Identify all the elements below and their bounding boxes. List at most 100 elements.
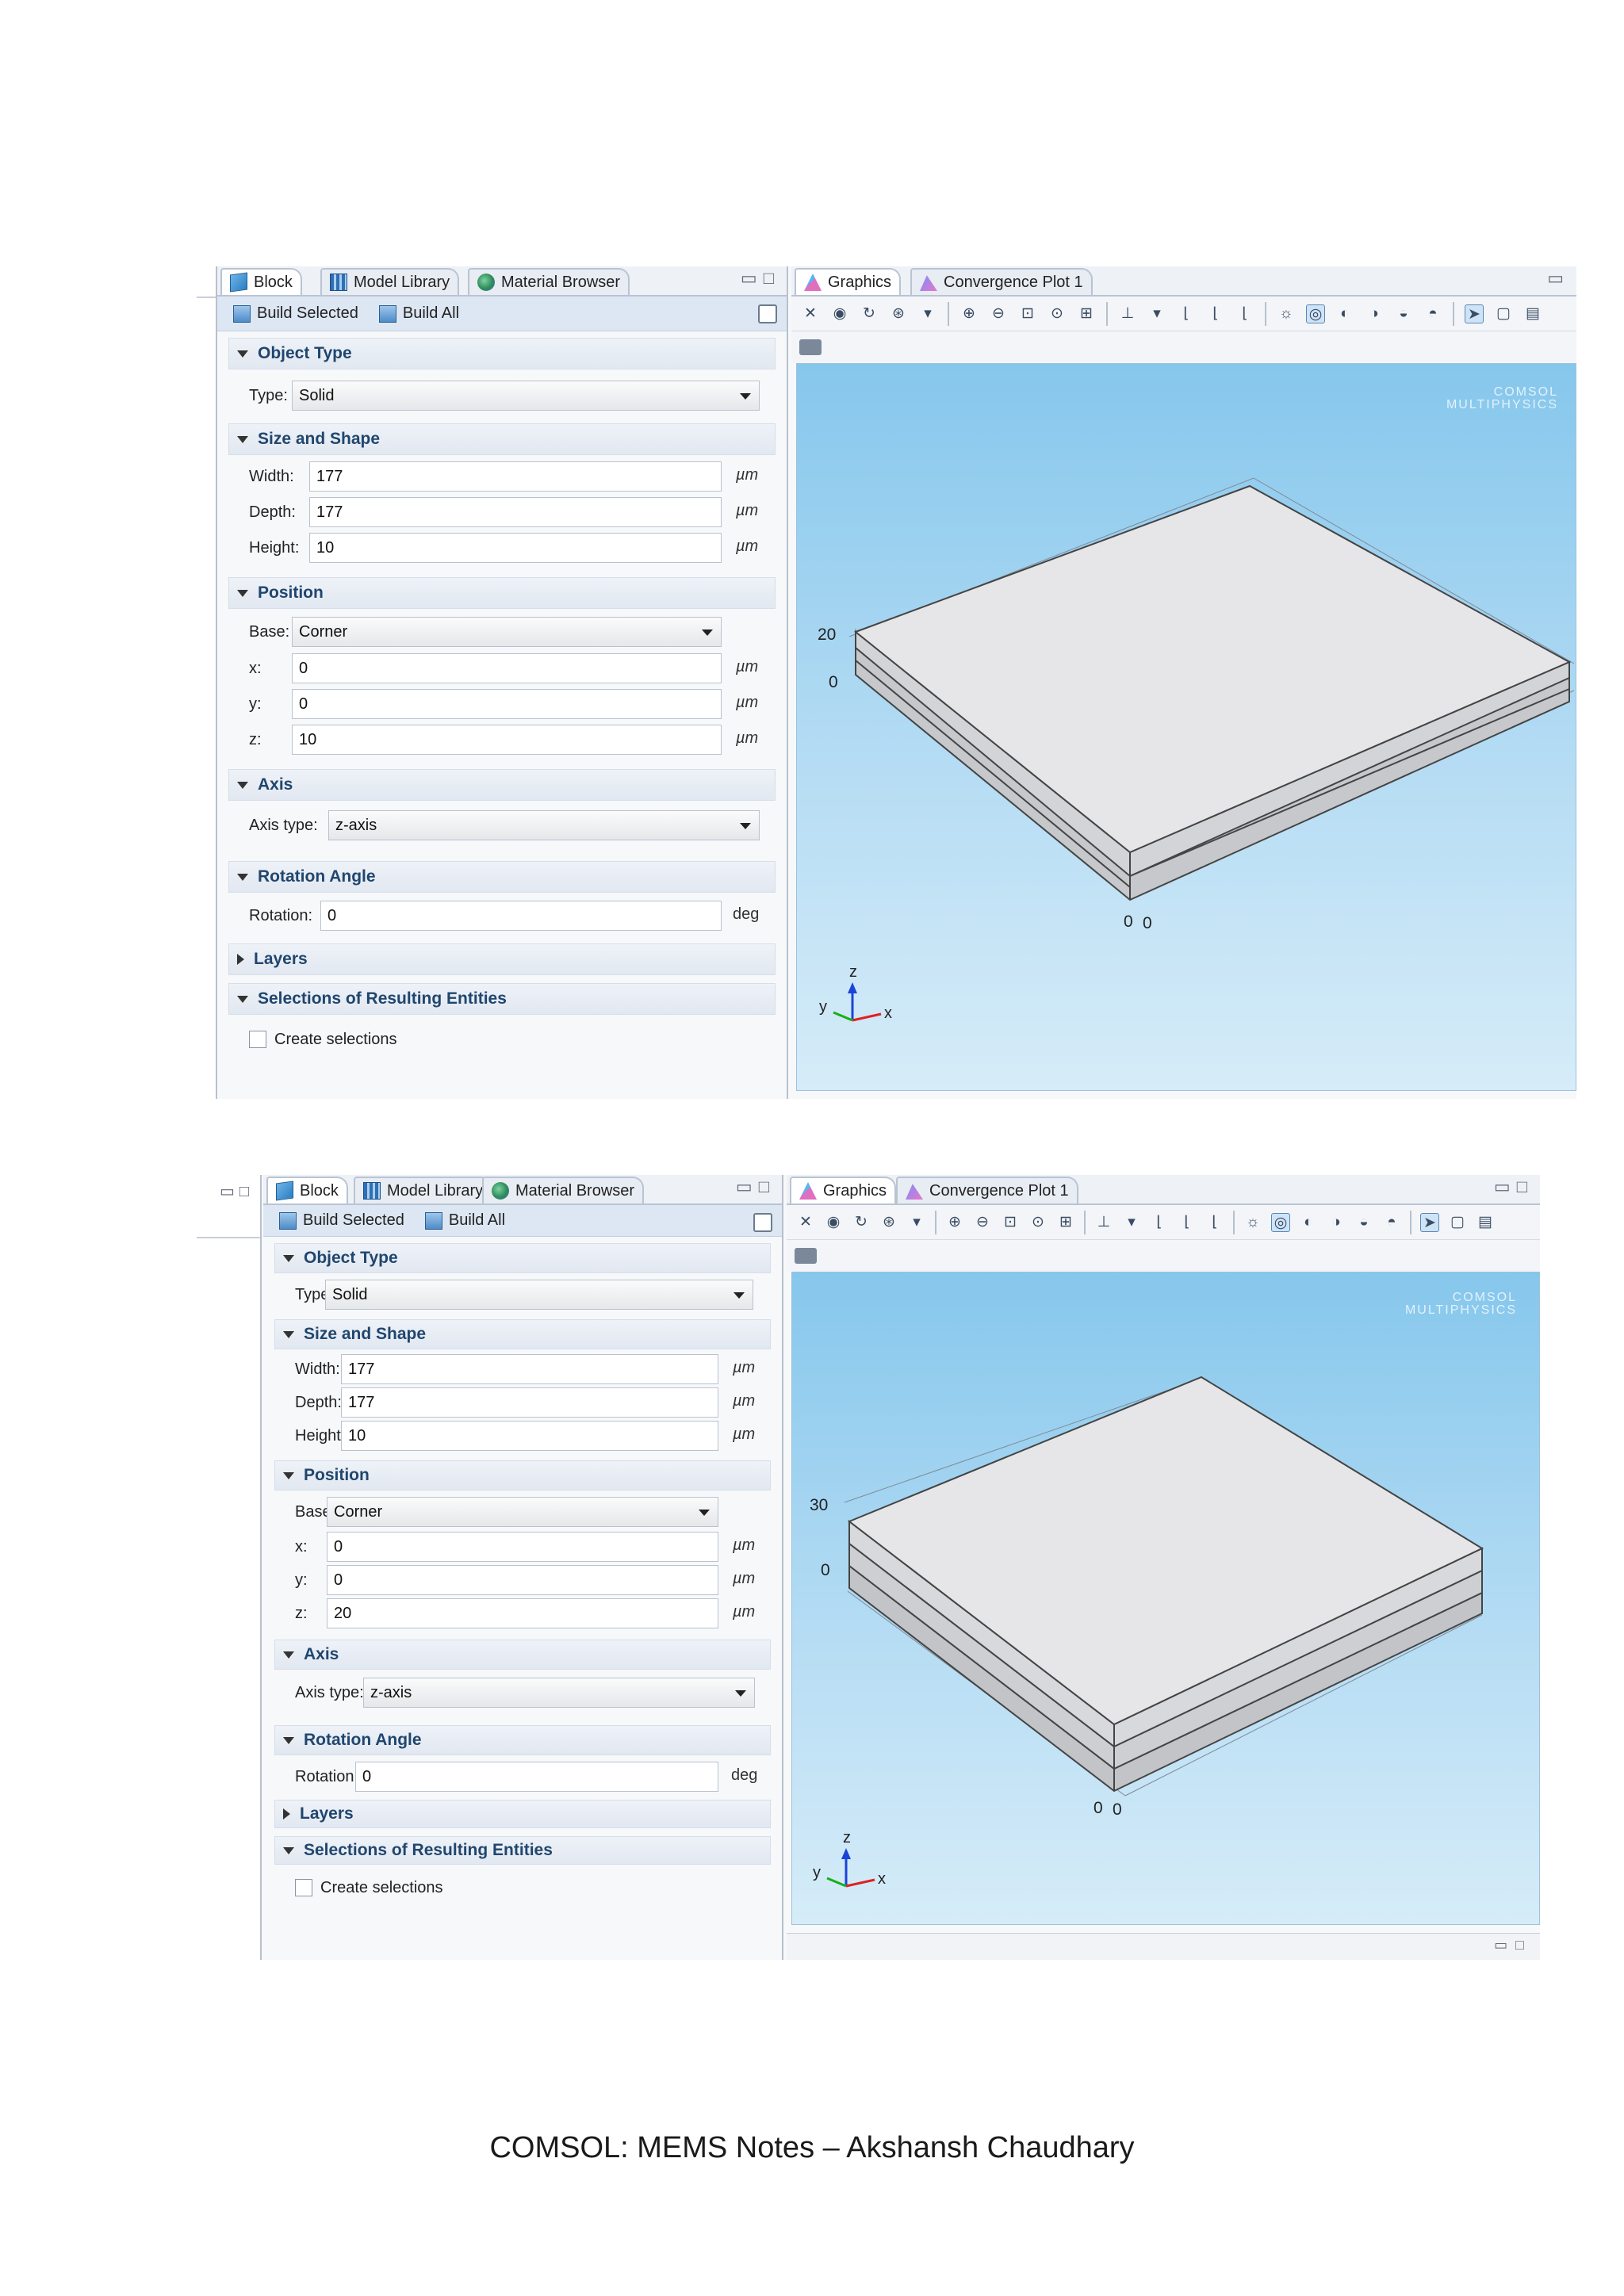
zx-view-icon[interactable]: ⌊ <box>1235 304 1254 323</box>
zoom-selected-icon[interactable]: ⊙ <box>1048 304 1067 323</box>
section-size-and-shape[interactable]: Size and Shape <box>274 1319 771 1349</box>
zoom-in-icon[interactable]: ⊕ <box>959 304 979 323</box>
width-input[interactable]: 177 <box>309 461 722 492</box>
hide-icon[interactable]: ✕ <box>796 1213 815 1232</box>
x-input[interactable]: 0 <box>327 1532 718 1562</box>
base-select[interactable]: Corner <box>292 617 722 647</box>
zx-view-icon[interactable]: ⌊ <box>1205 1213 1224 1232</box>
window-controls[interactable]: ▭□ <box>1494 1937 1532 1954</box>
type-select[interactable]: Solid <box>292 381 760 411</box>
tab-block[interactable]: Block <box>266 1177 348 1203</box>
dropdown-arrow-icon[interactable]: ▾ <box>1147 304 1166 323</box>
axis-type-select[interactable]: z-axis <box>363 1678 755 1708</box>
tab-block[interactable]: Block <box>220 268 302 295</box>
tab-model-library[interactable]: Model Library <box>354 1177 493 1203</box>
build-selected-button[interactable]: Build Selected <box>225 300 366 327</box>
graphics-canvas[interactable]: COMSOL MULTIPHYSICS 30 0 0 0 z x y <box>791 1272 1540 1925</box>
select-mode-icon[interactable]: ⊛ <box>889 304 908 323</box>
tab-model-library[interactable]: Model Library <box>320 268 460 295</box>
z-input[interactable]: 20 <box>327 1598 718 1628</box>
tab-material-browser[interactable]: Material Browser <box>482 1177 645 1203</box>
refresh-icon[interactable]: ↻ <box>860 304 879 323</box>
tab-graphics[interactable]: Graphics <box>795 268 902 295</box>
render-icon[interactable]: ◒ <box>1394 304 1413 323</box>
select-all-icon[interactable]: ▤ <box>1523 304 1542 323</box>
transparency-icon[interactable]: ◎ <box>1306 304 1325 323</box>
build-all-button[interactable]: Build All <box>371 300 467 327</box>
zoom-out-icon[interactable]: ⊖ <box>973 1213 992 1232</box>
axis-type-select[interactable]: z-axis <box>328 810 760 840</box>
x-input[interactable]: 0 <box>292 653 722 683</box>
view-icon[interactable]: ◉ <box>824 1213 843 1232</box>
help-icon[interactable] <box>753 1213 772 1232</box>
section-object-type[interactable]: Object Type <box>228 338 776 369</box>
scene-light-icon[interactable]: ☼ <box>1243 1213 1262 1232</box>
create-selections-checkbox[interactable] <box>295 1879 312 1896</box>
section-rotation-angle[interactable]: Rotation Angle <box>274 1725 771 1755</box>
section-axis[interactable]: Axis <box>228 769 776 801</box>
section-layers[interactable]: Layers <box>228 943 776 975</box>
y-input[interactable]: 0 <box>292 689 722 719</box>
create-selections-checkbox[interactable] <box>249 1031 266 1048</box>
zoom-selected-icon[interactable]: ⊙ <box>1028 1213 1048 1232</box>
tab-convergence-plot[interactable]: Convergence Plot 1 <box>910 268 1093 295</box>
tab-material-browser[interactable]: Material Browser <box>468 268 630 295</box>
select-all-icon[interactable]: ▤ <box>1476 1213 1495 1232</box>
render-icon[interactable]: ◓ <box>1382 1213 1401 1232</box>
section-position[interactable]: Position <box>228 577 776 609</box>
yz-view-icon[interactable]: ⌊ <box>1178 1213 1197 1232</box>
section-axis[interactable]: Axis <box>274 1640 771 1670</box>
zoom-in-icon[interactable]: ⊕ <box>945 1213 964 1232</box>
help-icon[interactable] <box>758 304 777 323</box>
render-icon[interactable]: ◑ <box>1365 304 1384 323</box>
default-view-icon[interactable]: ⊥ <box>1118 304 1137 323</box>
select-mode-icon[interactable]: ⊛ <box>879 1213 898 1232</box>
render-icon[interactable]: ◓ <box>1423 304 1442 323</box>
z-input[interactable]: 10 <box>292 725 722 755</box>
section-rotation-angle[interactable]: Rotation Angle <box>228 861 776 893</box>
graphics-canvas[interactable]: COMSOL MULTIPHYSICS 20 0 0 0 z x y <box>796 363 1576 1091</box>
scene-light-icon[interactable]: ☼ <box>1277 304 1296 323</box>
build-all-button[interactable]: Build All <box>417 1207 513 1234</box>
select-box-icon[interactable]: ▢ <box>1494 304 1513 323</box>
rotation-input[interactable]: 0 <box>355 1762 718 1792</box>
window-controls[interactable]: ▭□ <box>741 268 780 289</box>
section-selections[interactable]: Selections of Resulting Entities <box>274 1836 771 1865</box>
tab-convergence-plot[interactable]: Convergence Plot 1 <box>896 1177 1078 1203</box>
zoom-extents-icon[interactable]: ⊞ <box>1077 304 1096 323</box>
height-input[interactable]: 10 <box>309 533 722 563</box>
base-select[interactable]: Corner <box>327 1497 718 1527</box>
build-selected-button[interactable]: Build Selected <box>271 1207 412 1234</box>
wireframe-icon[interactable]: ◐ <box>1335 304 1354 323</box>
tab-graphics[interactable]: Graphics <box>790 1177 897 1203</box>
wireframe-icon[interactable]: ◐ <box>1299 1213 1318 1232</box>
y-input[interactable]: 0 <box>327 1565 718 1595</box>
section-object-type[interactable]: Object Type <box>274 1243 771 1273</box>
camera-icon[interactable] <box>795 1248 817 1264</box>
default-view-icon[interactable]: ⊥ <box>1094 1213 1113 1232</box>
depth-input[interactable]: 177 <box>341 1387 718 1418</box>
refresh-icon[interactable]: ↻ <box>852 1213 871 1232</box>
xy-view-icon[interactable]: ⌊ <box>1150 1213 1169 1232</box>
dropdown-arrow-icon[interactable]: ▾ <box>918 304 937 323</box>
xy-view-icon[interactable]: ⌊ <box>1177 304 1196 323</box>
rotation-input[interactable]: 0 <box>320 901 722 931</box>
width-input[interactable]: 177 <box>341 1354 718 1384</box>
select-box-icon[interactable]: ▢ <box>1448 1213 1467 1232</box>
zoom-box-icon[interactable]: ⊡ <box>1001 1213 1020 1232</box>
camera-icon[interactable] <box>799 339 822 355</box>
window-controls[interactable]: ▭ <box>1547 268 1570 289</box>
window-controls[interactable]: ▭□ <box>1494 1177 1534 1197</box>
depth-input[interactable]: 177 <box>309 497 722 527</box>
zoom-out-icon[interactable]: ⊖ <box>989 304 1008 323</box>
render-icon[interactable]: ◒ <box>1354 1213 1373 1232</box>
section-position[interactable]: Position <box>274 1460 771 1490</box>
window-controls[interactable]: ▭□ <box>736 1177 776 1197</box>
render-icon[interactable]: ◑ <box>1327 1213 1346 1232</box>
select-pointer-icon[interactable]: ➤ <box>1420 1212 1439 1232</box>
dropdown-arrow-icon[interactable]: ▾ <box>907 1213 926 1232</box>
yz-view-icon[interactable]: ⌊ <box>1206 304 1225 323</box>
zoom-box-icon[interactable]: ⊡ <box>1018 304 1037 323</box>
zoom-extents-icon[interactable]: ⊞ <box>1056 1213 1075 1232</box>
section-layers[interactable]: Layers <box>274 1800 771 1828</box>
